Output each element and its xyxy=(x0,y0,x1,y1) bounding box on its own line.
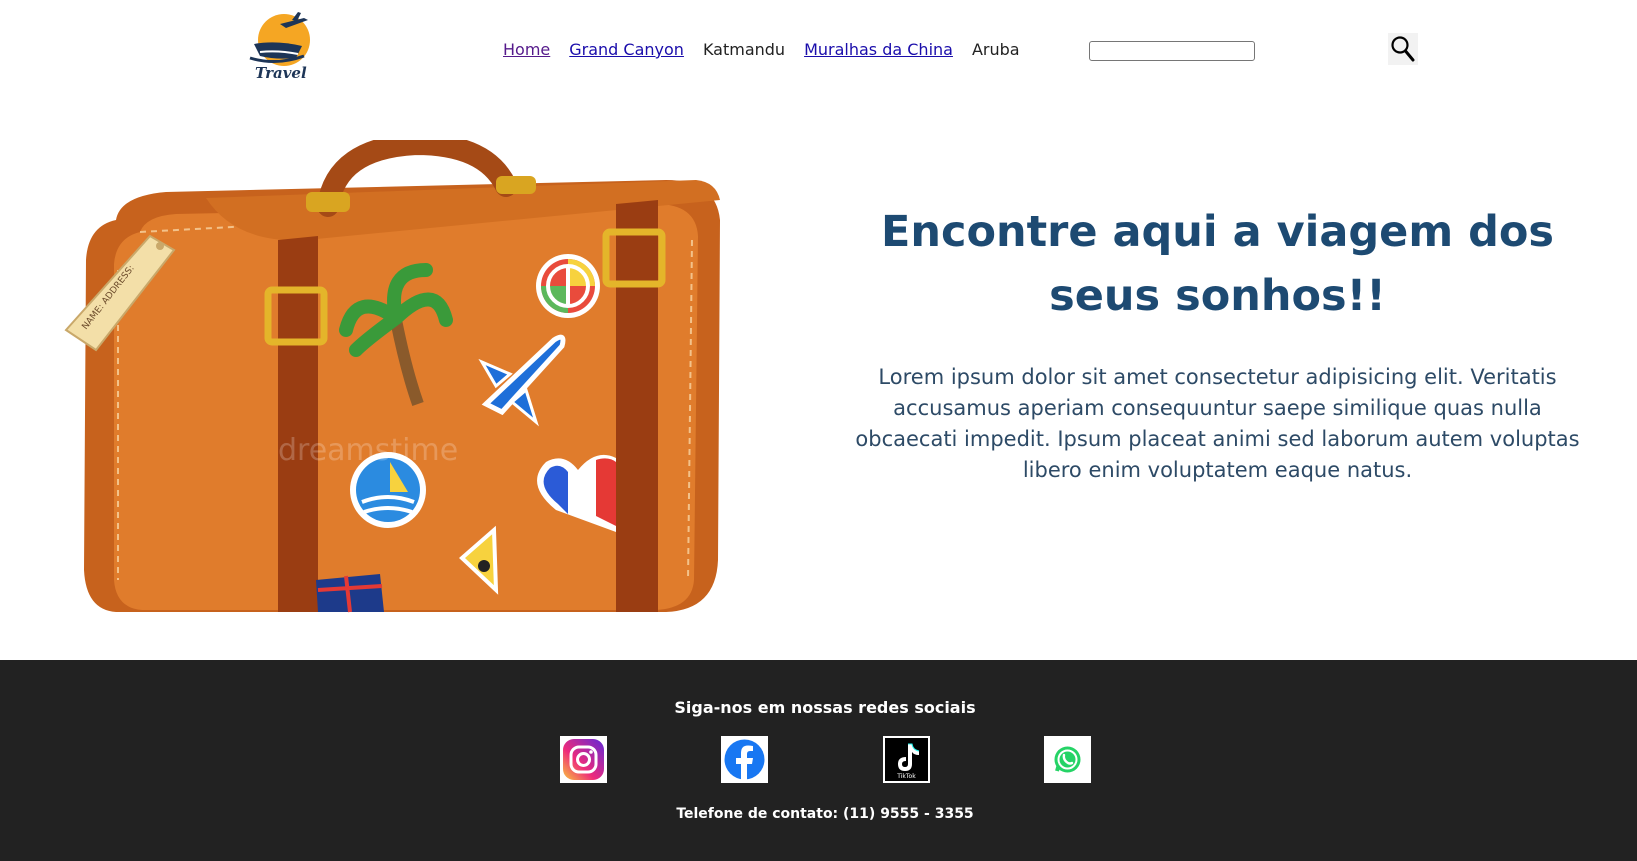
nav-link-grand-canyon[interactable]: Grand Canyon xyxy=(569,40,684,59)
suitcase-image: NAME: ADDRESS: dreamstime xyxy=(56,140,726,615)
nav-item-aruba[interactable]: Aruba xyxy=(972,40,1020,59)
nav-link-home[interactable]: Home xyxy=(503,40,550,59)
site-footer: Siga-nos em nossas redes sociais TikTok … xyxy=(0,660,1637,861)
watermark-text: dreamstime xyxy=(278,433,458,468)
whatsapp-link[interactable] xyxy=(1044,736,1091,783)
search-input[interactable] xyxy=(1089,41,1255,61)
magnifier-icon xyxy=(1391,36,1415,62)
peace-sticker xyxy=(536,254,600,318)
whatsapp-icon xyxy=(1044,736,1091,783)
hero-description: Lorem ipsum dolor sit amet consectetur a… xyxy=(855,365,1580,482)
hero-title: Encontre aqui a viagem dos seus sonhos!! xyxy=(880,207,1555,321)
hero-text-block: Encontre aqui a viagem dos seus sonhos!!… xyxy=(845,200,1590,486)
nav-item-katmandu[interactable]: Katmandu xyxy=(703,40,785,59)
tiktok-label: TikTok xyxy=(896,773,916,780)
logo-text: Travel xyxy=(255,64,307,82)
tiktok-icon: TikTok xyxy=(883,736,930,783)
instagram-link[interactable] xyxy=(560,736,607,783)
tiktok-link[interactable]: TikTok xyxy=(883,736,930,783)
search-button[interactable] xyxy=(1388,33,1418,65)
facebook-icon xyxy=(721,736,768,783)
instagram-icon xyxy=(560,736,607,783)
facebook-link[interactable] xyxy=(721,736,768,783)
footer-title: Siga-nos em nossas redes sociais xyxy=(674,698,976,717)
site-header: Travel Home Grand Canyon Katmandu Muralh… xyxy=(0,0,1637,100)
contact-phone: Telefone de contato: (11) 9555 - 3355 xyxy=(676,806,974,822)
nav-link-muralhas-da-china[interactable]: Muralhas da China xyxy=(804,40,953,59)
main-nav: Home Grand Canyon Katmandu Muralhas da C… xyxy=(503,40,1039,59)
travel-logo[interactable]: Travel xyxy=(246,10,316,82)
